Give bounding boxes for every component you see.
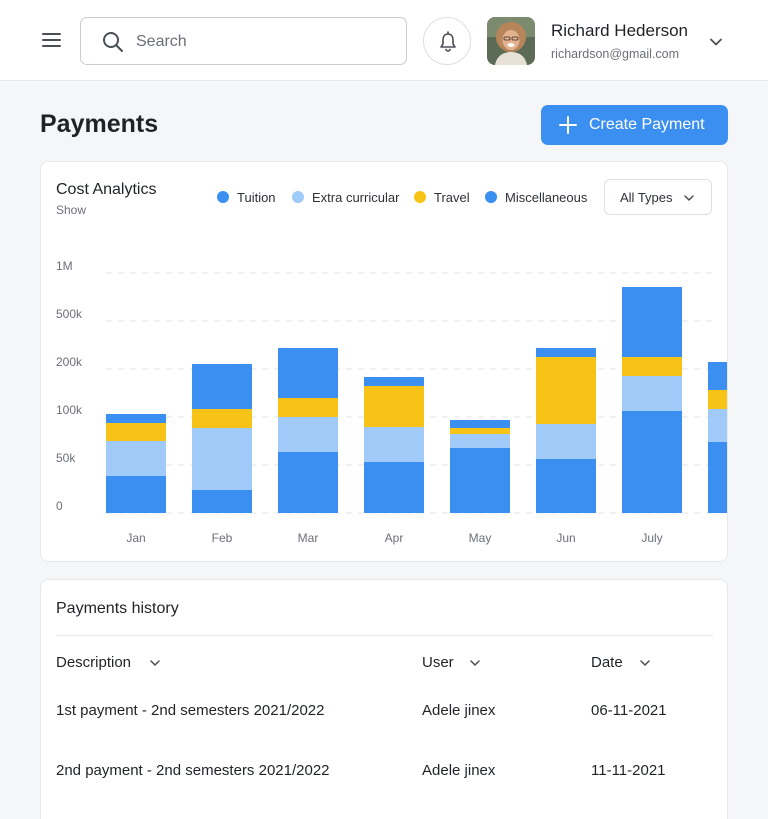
create-payment-label: Create Payment (589, 116, 705, 133)
x-tick-label: Mar (298, 531, 319, 545)
x-tick-label: May (469, 531, 492, 545)
legend-label: Miscellaneous (505, 190, 588, 205)
legend-label: Tuition (237, 190, 276, 205)
history-title: Payments history (56, 600, 179, 617)
bar-segment (622, 411, 682, 513)
search-box[interactable] (80, 17, 407, 65)
user-name: Richard Hederson (551, 21, 689, 40)
bell-icon (440, 31, 456, 52)
bar-segment (450, 448, 510, 513)
x-tick-label: July (641, 531, 662, 545)
bar-segment (622, 357, 682, 376)
y-tick-label: 0 (56, 499, 63, 513)
column-header-date[interactable]: Date (591, 654, 650, 671)
cell-date: 11-11-2021 (591, 762, 666, 779)
legend-label: Travel (434, 190, 470, 205)
bar-segment (278, 452, 338, 513)
notifications-button[interactable] (423, 17, 471, 65)
column-label: User (422, 654, 454, 671)
bar-segment (536, 424, 596, 459)
bar-segment-clipped (708, 409, 727, 442)
user-email: richardson@gmail.com (551, 47, 680, 61)
cell-description: 2nd payment - 2nd semesters 2021/2022 (56, 762, 330, 779)
bar-segment-clipped (708, 390, 727, 409)
bar-segment (450, 428, 510, 434)
payments-history-card: Payments history Description User Date 1… (40, 579, 728, 819)
bar-segment (106, 476, 166, 513)
cost-analytics-chart: 0 50k 100k 200k 500k 1M Jan Feb Mar Apr May Jun July (56, 259, 727, 545)
legend-dot (217, 191, 229, 203)
top-bar: Richard Hederson richardson@gmail.com (0, 0, 768, 81)
chevron-down-icon (684, 195, 694, 201)
page-title: Payments (40, 110, 159, 138)
bar-segment (192, 490, 252, 513)
bar-segment (192, 409, 252, 428)
filter-label: All Types (620, 190, 673, 205)
legend-dot (485, 191, 497, 203)
bar-segment (622, 287, 682, 357)
chevron-down-icon (150, 660, 160, 666)
chevron-down-icon (640, 660, 650, 666)
cell-description: 1st payment - 2nd semesters 2021/2022 (56, 702, 325, 719)
type-filter-dropdown[interactable]: All Types (604, 179, 712, 215)
cell-user: Adele jinex (422, 762, 496, 779)
column-label: Description (56, 654, 132, 671)
bar-segment (450, 420, 510, 428)
bar-segment (106, 423, 166, 441)
y-tick-label: 500k (56, 307, 83, 321)
column-label: Date (591, 654, 623, 671)
chevron-down-icon (470, 660, 480, 666)
chart-title: Cost Analytics (56, 181, 157, 198)
bar-segment (364, 377, 424, 386)
legend-dot (292, 191, 304, 203)
bar-segment (364, 427, 424, 462)
bar-segment (278, 348, 338, 398)
cell-user: Adele jinex (422, 702, 496, 719)
y-tick-label: 200k (56, 355, 83, 369)
bar-segment (450, 434, 510, 448)
chart-subtitle: Show (56, 203, 87, 217)
bar-segment (364, 462, 424, 513)
bar-segment (364, 386, 424, 427)
bar-segment (536, 357, 596, 424)
bar-segment (192, 428, 252, 490)
chevron-down-icon[interactable] (706, 32, 726, 52)
search-icon (103, 32, 123, 52)
y-tick-label: 50k (56, 451, 76, 465)
x-tick-label: Apr (385, 531, 404, 545)
y-tick-label: 1M (56, 259, 73, 273)
bar-segment (192, 364, 252, 409)
legend-dot (414, 191, 426, 203)
plus-icon (559, 116, 577, 134)
cell-date: 06-11-2021 (591, 702, 667, 719)
bar-segment-clipped (708, 442, 727, 513)
bar-segment (622, 376, 682, 411)
create-payment-button[interactable]: Create Payment (541, 105, 728, 145)
bar-segment (106, 414, 166, 423)
bar-segment (536, 348, 596, 357)
cost-analytics-card: 0 50k 100k 200k 500k 1M Jan Feb Mar Apr May Jun July… (40, 161, 728, 562)
hamburger-menu-icon[interactable] (40, 28, 64, 52)
x-tick-label: Jun (556, 531, 575, 545)
avatar[interactable] (487, 17, 535, 65)
x-tick-label: Jan (126, 531, 145, 545)
legend-label: Extra curricular (312, 190, 400, 205)
column-header-user[interactable]: User (422, 654, 480, 671)
bar-segment (278, 417, 338, 452)
divider (56, 635, 713, 636)
x-tick-label: Feb (212, 531, 233, 545)
bar-segment-clipped (708, 362, 727, 390)
y-tick-label: 100k (56, 403, 83, 417)
bar-segment (106, 441, 166, 476)
column-header-description[interactable]: Description (56, 654, 160, 671)
bar-segment (536, 459, 596, 513)
bar-segment (278, 398, 338, 417)
search-input[interactable] (136, 29, 386, 55)
